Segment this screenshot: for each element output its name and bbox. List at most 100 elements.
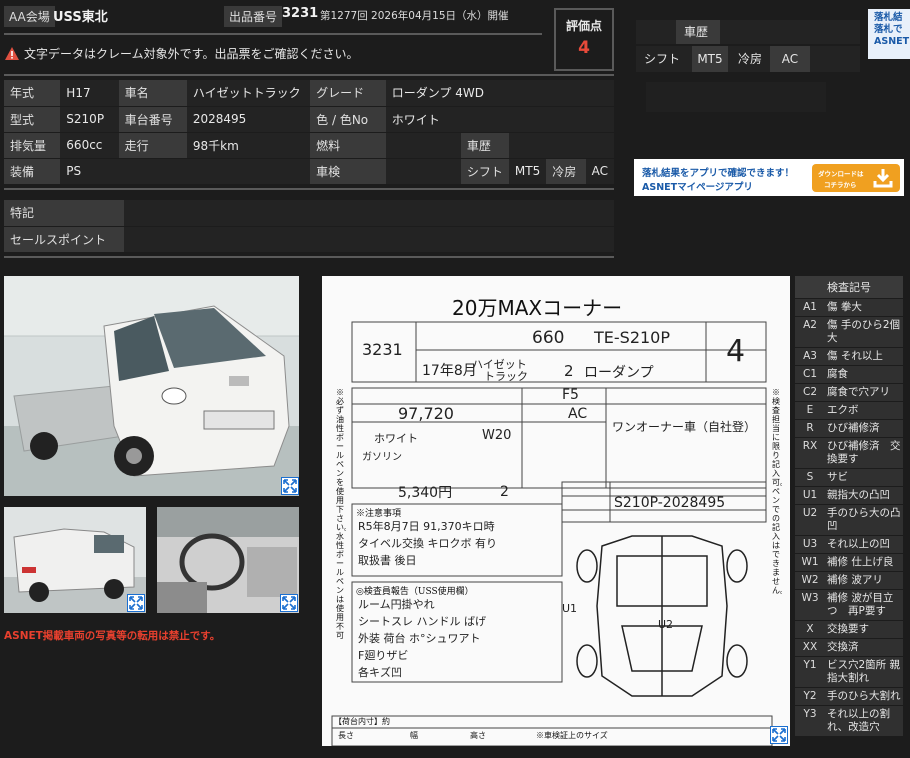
legend-row: W3 補修 波が目立つ 再P要す (795, 590, 903, 621)
download-button[interactable]: ダウンロードは コチラから (812, 164, 900, 192)
warning-icon (5, 47, 19, 60)
spec-label: 車歴 (460, 132, 509, 159)
legend-desc: 腐食 (827, 368, 848, 380)
legend-code: X (806, 623, 814, 635)
legend-code: Y3 (803, 708, 817, 720)
legend-row: A3 傷 それ以上 (795, 348, 903, 366)
spec-displacement: 660cc (60, 132, 119, 159)
legend-desc: それ以上の凹 (827, 538, 890, 550)
legend-desc: 手のひら大割れ (827, 690, 901, 702)
legend-code: A2 (803, 319, 817, 331)
special-label: 特記 (4, 200, 124, 227)
ghost-shift-label: シフト (644, 52, 681, 66)
rear-car-photo[interactable] (4, 507, 146, 613)
legend-code: Y1 (803, 659, 817, 671)
spec-ac: AC (585, 158, 614, 185)
legend-row: U1 親指大の凸凹 (795, 487, 903, 505)
sheet-mileage: 97,720 (398, 404, 454, 423)
sheet-chassis: S210P-2028495 (614, 495, 726, 511)
spec-label: 燃料 (310, 132, 386, 159)
legend-desc: 補修 波アリ (827, 574, 883, 586)
legend-desc: 交換済 (827, 641, 859, 653)
sheet-length-label: 長さ (338, 731, 354, 740)
spec-label: 車検 (310, 158, 386, 185)
legend-row: R ひび補修済 (795, 420, 903, 438)
legend-code: C2 (802, 386, 817, 398)
ghost-ac: AC (770, 46, 810, 72)
legend-code: A3 (803, 350, 817, 362)
lot-label: 出品番号 (224, 6, 283, 27)
inspection-legend: 検査記号 A1 傷 拳大 A2 傷 手のひら2個大 A3 傷 それ以上 C1 腐食 C2 腐食で穴… (795, 276, 903, 737)
promo-cut[interactable]: 落札結 落札で ASNET (868, 9, 910, 59)
legend-row: Y3 それ以上の割れ、改造穴 (795, 706, 903, 737)
legend-desc: 腐食で穴アリ (827, 386, 890, 398)
legend-code: Y2 (803, 690, 817, 702)
spec-label: 車台番号 (118, 106, 187, 133)
legend-desc: ビス穴2箇所 親指大割れ (827, 659, 901, 684)
spec-history (508, 132, 614, 159)
legend-row: W2 補修 波アリ (795, 572, 903, 590)
sheet-displacement: 660 (532, 328, 565, 348)
spec-label: 冷房 (546, 158, 586, 185)
legend-row: C1 腐食 (795, 366, 903, 384)
spec-year: H17 (60, 80, 119, 107)
expand-icon[interactable] (280, 594, 298, 612)
spec-label: 排気量 (4, 132, 61, 159)
legend-code: RX (802, 440, 818, 452)
legend-desc: 補修 仕上げ良 (827, 556, 894, 568)
sheet-doors: 2 (564, 362, 574, 380)
spec-label: 年式 (4, 80, 61, 107)
legend-row: S サビ (795, 469, 903, 487)
sheet-u2: U2 (658, 618, 674, 631)
legend-row: Y2 手のひら大割れ (795, 688, 903, 706)
expand-icon[interactable] (770, 726, 788, 744)
legend-row: W1 補修 仕上げ良 (795, 554, 903, 572)
sheet-right-note: ※検査担当に限り記入可。ペンでの記入はできません。 (772, 388, 782, 595)
legend-code: U2 (802, 507, 818, 519)
spec-inspection (385, 158, 461, 185)
legend-code: R (806, 422, 814, 434)
download-icon (873, 169, 893, 188)
legend-row: U2 手のひら大の凸凹 (795, 505, 903, 536)
sheet-year: 17年8月 (422, 363, 477, 379)
legend-code: C1 (802, 368, 817, 380)
download-btn-text2: コチラから (824, 181, 857, 189)
legend-code: U3 (802, 538, 818, 550)
spec-shift: MT5 (508, 158, 547, 185)
legend-row: U3 それ以上の凹 (795, 536, 903, 554)
legend-desc: 傷 手のひら2個大 (827, 319, 901, 344)
sheet-color-no: W20 (482, 428, 512, 443)
legend-code: W1 (801, 556, 819, 568)
spec-label: 走行 (118, 132, 187, 159)
legend-desc: ひび補修済 交換要す (827, 440, 901, 465)
ghost-history-label: 車歴 (676, 20, 720, 44)
main-car-photo[interactable] (4, 276, 299, 496)
auction-sheet[interactable]: 20万MAXコーナー 3231 660 TE-S210P 4 17年8月 ハイゼ… (322, 276, 790, 746)
app-banner[interactable]: 落札結果をアプリで確認できます！ ASNETマイページアプリ ダウンロードは コ… (634, 159, 904, 196)
interior-photo[interactable] (157, 507, 299, 613)
legend-desc: エクボ (827, 404, 859, 416)
spec-label: 色 / 色No (310, 106, 386, 133)
score-label: 評価点 (565, 19, 602, 33)
spec-label: 装備 (4, 158, 61, 185)
legend-code: W2 (801, 574, 819, 586)
sheet-grade: ローダンプ (584, 365, 654, 381)
legend-row: Y1 ビス穴2箇所 親指大割れ (795, 657, 903, 688)
expand-icon[interactable] (281, 477, 299, 495)
sales-label: セールスポイント (4, 226, 124, 253)
banner-line1: 落札結果をアプリで確認できます！ (642, 168, 795, 179)
legend-desc: それ以上の割れ、改造穴 (827, 708, 890, 733)
legend-row: XX 交換済 (795, 639, 903, 657)
sheet-notes: R5年8月7日 91,370キロ時 タイベル交換 キロクボ 有り 取扱書 後日 (358, 520, 497, 567)
score-value: 4 (578, 38, 590, 58)
sheet-sales-point: ワンオーナー車（自社登） (612, 420, 757, 434)
expand-icon[interactable] (127, 594, 145, 612)
sheet-size-label: 【荷台内寸】約 (334, 717, 390, 726)
venue: USS東北 (53, 10, 108, 25)
sheet-shift: F5 (562, 387, 579, 403)
copyright-notice: ASNET掲載車両の写真等の転用は禁止です。 (4, 630, 221, 642)
legend-row: RX ひび補修済 交換要す (795, 438, 903, 469)
interior-image (157, 507, 299, 613)
sheet-height-label: 高さ (470, 731, 486, 740)
legend-row: E エクボ (795, 402, 903, 420)
